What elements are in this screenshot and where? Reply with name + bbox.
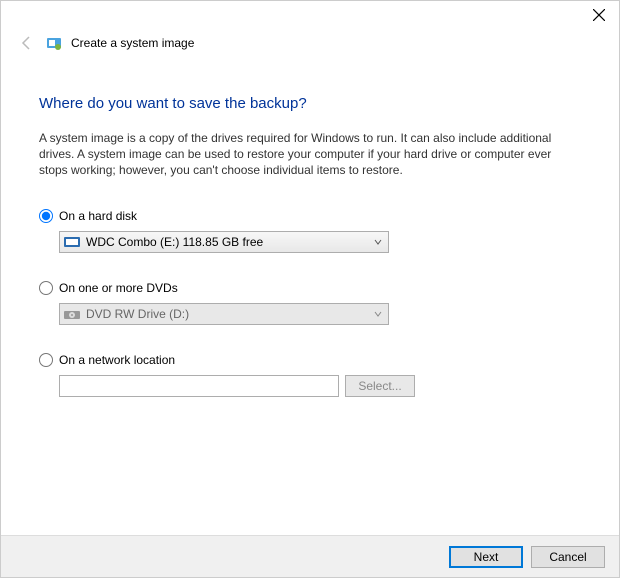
chevron-down-icon [372, 304, 384, 324]
close-icon [593, 9, 605, 21]
option-dvd: On one or more DVDs DVD RW Drive (D:) [39, 281, 581, 325]
radio-network-label: On a network location [59, 353, 175, 367]
radio-dvd-label: On one or more DVDs [59, 281, 178, 295]
close-button[interactable] [579, 1, 619, 29]
back-arrow-icon [19, 35, 35, 51]
hard-disk-icon [64, 235, 80, 249]
radio-network[interactable]: On a network location [39, 353, 581, 367]
footer: Next Cancel [1, 535, 619, 577]
option-hard-disk: On a hard disk WDC Combo (E:) 118.85 GB … [39, 209, 581, 253]
radio-hard-disk[interactable]: On a hard disk [39, 209, 581, 223]
system-image-icon [45, 34, 63, 52]
dvd-selected: DVD RW Drive (D:) [86, 307, 366, 321]
back-button[interactable] [17, 33, 37, 53]
radio-hard-disk-input[interactable] [39, 209, 53, 223]
cancel-button[interactable]: Cancel [531, 546, 605, 568]
select-network-button[interactable]: Select... [345, 375, 415, 397]
chevron-down-icon [372, 232, 384, 252]
option-network: On a network location Select... [39, 353, 581, 397]
dvd-combo[interactable]: DVD RW Drive (D:) [59, 303, 389, 325]
radio-network-input[interactable] [39, 353, 53, 367]
next-button[interactable]: Next [449, 546, 523, 568]
hard-disk-combo[interactable]: WDC Combo (E:) 118.85 GB free [59, 231, 389, 253]
radio-hard-disk-label: On a hard disk [59, 209, 137, 223]
content: Where do you want to save the backup? A … [1, 53, 619, 397]
titlebar [1, 1, 619, 29]
page-description: A system image is a copy of the drives r… [39, 130, 581, 179]
radio-dvd[interactable]: On one or more DVDs [39, 281, 581, 295]
dvd-drive-icon [64, 307, 80, 321]
page-title: Where do you want to save the backup? [39, 95, 581, 112]
radio-dvd-input[interactable] [39, 281, 53, 295]
breadcrumb: Create a system image [71, 36, 194, 50]
header: Create a system image [1, 29, 619, 53]
hard-disk-selected: WDC Combo (E:) 118.85 GB free [86, 235, 366, 249]
network-path-input[interactable] [59, 375, 339, 397]
